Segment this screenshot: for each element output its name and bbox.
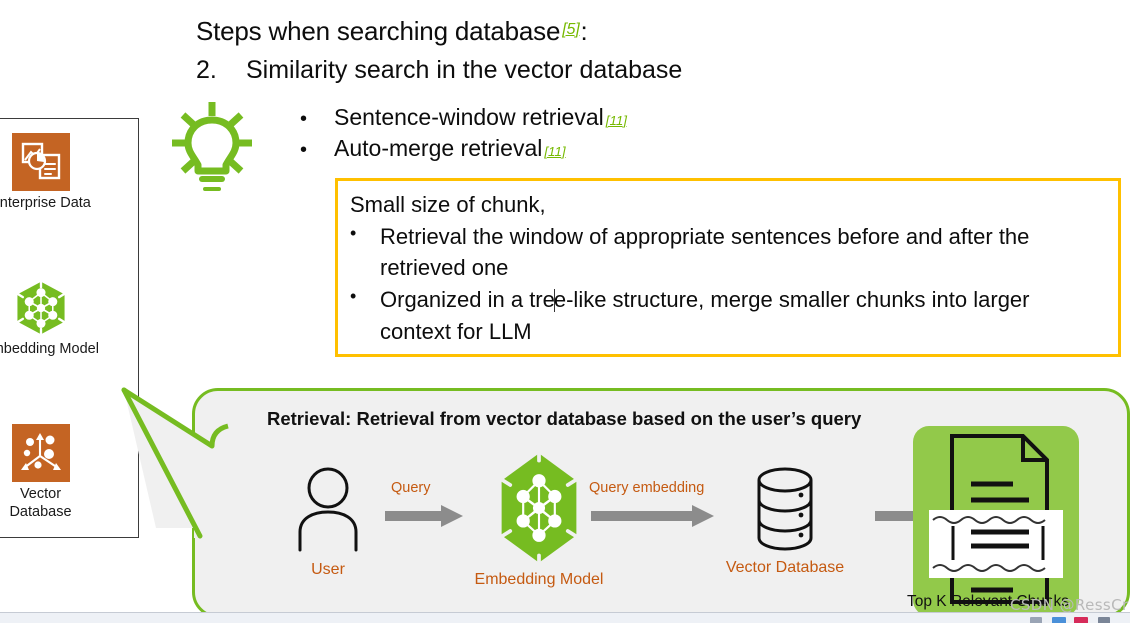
node-vector-database: Vector Database xyxy=(705,463,865,577)
sidebar-item-vector-database[interactable]: Vector Database xyxy=(0,424,140,521)
page-title-colon: : xyxy=(580,16,588,46)
retrieval-callout-box: Retrieval: Retrieval from vector databas… xyxy=(192,388,1130,618)
retrieval-methods-list: • Sentence-window retrieval [11] • Auto-… xyxy=(300,102,628,164)
enterprise-data-icon xyxy=(11,133,70,191)
note-intro-text: Small size of chunk, xyxy=(350,192,546,217)
sidebar-item-label: Vector Database xyxy=(0,486,140,521)
retrieval-title: Retrieval: Retrieval from vector databas… xyxy=(267,408,862,429)
node-user: User xyxy=(283,466,373,579)
vector-database-icon xyxy=(11,424,70,482)
sidebar-item-label: Embedding Model xyxy=(0,341,99,357)
slide-canvas: Steps when searching database [5]: 2. Simi… xyxy=(0,0,1130,623)
bullet-marker: • xyxy=(300,139,308,162)
taskbar-icon-4[interactable] xyxy=(1098,617,1110,623)
node-label: Vector Database xyxy=(725,559,845,576)
list-item-label: Auto-merge retrieval xyxy=(334,135,543,162)
sidebar-item-label: Enterprise Data xyxy=(0,195,91,211)
note-text-before-cursor: Organized in a tre xyxy=(380,287,555,313)
citation-ref-11[interactable]: [11] xyxy=(606,112,627,130)
note-callout-box: Small size of chunk, • Retrieval the win… xyxy=(335,178,1121,357)
bullet-marker: • xyxy=(300,108,308,130)
bullet-marker: • xyxy=(350,286,357,307)
sidebar-item-enterprise-data[interactable]: Enterprise Data xyxy=(0,133,140,213)
step-text: Similarity search in the vector database xyxy=(246,56,683,84)
note-list-item: • Organized in a tree-like structure, me… xyxy=(350,284,1106,347)
sidebar-item-embedding-model[interactable]: Embedding Model xyxy=(0,277,140,359)
step-line: 2. Similarity search in the vector databa… xyxy=(196,56,682,85)
taskbar-icon-3[interactable] xyxy=(1074,617,1088,623)
list-item: • Sentence-window retrieval [11] xyxy=(300,102,628,133)
note-list-item: • Retrieval the window of appropriate se… xyxy=(350,221,1106,284)
page-title-text: Steps when searching database xyxy=(196,16,561,46)
arrow-query-icon xyxy=(385,505,463,527)
arrow-label-query-embedding: Query embedding xyxy=(589,480,705,496)
embedding-model-icon xyxy=(12,277,70,339)
citation-ref-5[interactable]: [5] xyxy=(562,20,580,38)
chunk-panel xyxy=(913,426,1079,616)
sidebar-label-line-1: Vector xyxy=(19,486,62,502)
arrow-query-embedding-icon xyxy=(591,505,714,527)
taskbar-icon-2[interactable] xyxy=(1052,617,1066,623)
embedding-model-icon xyxy=(496,449,582,567)
node-label: User xyxy=(311,561,345,578)
taskbar[interactable] xyxy=(0,612,1130,623)
taskbar-icon-1[interactable] xyxy=(1030,617,1042,623)
note-list-item-label: Organized in a tree-like structure, merg… xyxy=(380,284,1106,347)
sidebar-label-line-2: Database xyxy=(9,503,72,520)
arrow-label-query: Query xyxy=(391,480,431,496)
pipeline-side-panel: Enterprise Data bedding Model Vector Dat… xyxy=(0,118,139,538)
citation-ref-11[interactable]: [11] xyxy=(544,143,565,161)
documents-chunks-icon xyxy=(929,434,1063,604)
page-title: Steps when searching database [5]: xyxy=(196,16,588,47)
node-label: Embedding Model xyxy=(474,571,604,588)
lightbulb-icon xyxy=(168,99,256,195)
bullet-marker: • xyxy=(350,222,357,243)
list-item: • Auto-merge retrieval [11] xyxy=(300,133,628,164)
vector-database-icon xyxy=(757,467,813,551)
note-list-item-label: Retrieval the window of appropriate sent… xyxy=(380,223,1030,281)
step-number: 2. xyxy=(196,56,217,84)
user-icon xyxy=(298,467,358,552)
list-item-label: Sentence-window retrieval xyxy=(334,104,604,130)
